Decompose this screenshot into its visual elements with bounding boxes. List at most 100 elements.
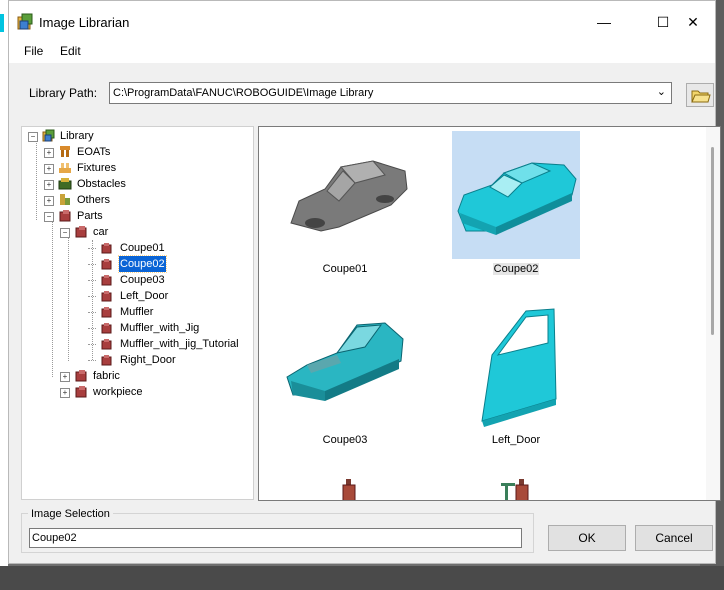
image-thumbnail-grid[interactable]: Coupe01 Coupe02 Coupe03 Left_Door xyxy=(258,126,721,501)
expand-icon[interactable]: + xyxy=(44,196,54,206)
ok-button[interactable]: OK xyxy=(548,525,626,551)
car-body-teal-image xyxy=(286,322,404,401)
tree-label-coupe03: Coupe03 xyxy=(120,274,165,286)
scrollbar-thumb[interactable] xyxy=(711,147,714,335)
tree-label-parts: Parts xyxy=(77,210,103,222)
expand-icon[interactable]: + xyxy=(44,180,54,190)
tree-label-fixtures: Fixtures xyxy=(77,162,117,174)
tree-item-muffler-with-jig[interactable]: Muffler_with_Jig xyxy=(22,320,252,336)
thumbnail-coupe02[interactable] xyxy=(452,131,580,259)
obstacle-icon xyxy=(58,178,72,190)
part-icon xyxy=(101,307,112,318)
caption-coupe03: Coupe03 xyxy=(322,434,368,446)
tree-item-others[interactable]: + Others xyxy=(22,192,252,208)
tree-item-fabric[interactable]: + fabric xyxy=(22,368,252,384)
library-path-label: Library Path: xyxy=(29,86,98,100)
menu-edit[interactable]: Edit xyxy=(60,44,81,58)
expand-icon[interactable]: + xyxy=(44,148,54,158)
tree-label-others: Others xyxy=(77,194,111,206)
tree-label-car: car xyxy=(93,226,109,238)
tree-label-workpiece: workpiece xyxy=(93,386,143,398)
car-body-cyan-image xyxy=(457,162,577,235)
library-path-value: C:\ProgramData\FANUC\ROBOGUIDE\Image Lib… xyxy=(113,87,374,99)
tree-item-library[interactable]: − Library xyxy=(22,128,252,144)
part-folder-icon xyxy=(75,226,87,238)
caption-left-door: Left_Door xyxy=(491,434,541,446)
tree-label-eoats: EOATs xyxy=(77,146,111,158)
app-icon xyxy=(17,13,33,30)
tree-label-right-door: Right_Door xyxy=(120,354,176,366)
tree-item-right-door[interactable]: Right_Door xyxy=(22,352,252,368)
part-folder-icon xyxy=(75,386,87,398)
window-title: Image Librarian xyxy=(39,15,130,30)
taskbar-accent xyxy=(0,14,4,32)
tree-label-muffler-with-jig: Muffler_with_Jig xyxy=(120,322,200,334)
part-icon xyxy=(101,243,112,254)
library-path-combobox[interactable]: C:\ProgramData\FANUC\ROBOGUIDE\Image Lib… xyxy=(109,82,672,104)
muffler-with-jig-thumbnail-partial[interactable] xyxy=(499,477,535,501)
muffler-thumbnail-partial[interactable] xyxy=(339,477,359,501)
library-tree[interactable]: − Library + EOATs + Fixtures + Obstacles… xyxy=(21,126,254,500)
image-librarian-window: Image Librarian — ☐ ✕ File Edit Library … xyxy=(8,0,721,564)
browse-folder-button[interactable] xyxy=(686,83,714,107)
eoat-icon xyxy=(60,146,70,157)
tree-label-left-door: Left_Door xyxy=(120,290,169,302)
part-icon xyxy=(101,275,112,286)
others-icon xyxy=(60,194,70,205)
menu-bar: File Edit xyxy=(9,41,715,63)
tree-label-library: Library xyxy=(60,130,94,142)
thumbnail-coupe03[interactable] xyxy=(281,303,409,431)
tree-item-workpiece[interactable]: + workpiece xyxy=(22,384,252,400)
part-icon xyxy=(101,355,112,366)
desktop-background xyxy=(0,0,8,590)
tree-item-coupe01[interactable]: Coupe01 xyxy=(22,240,252,256)
menu-file[interactable]: File xyxy=(24,44,43,58)
part-icon xyxy=(101,323,112,334)
tree-item-car[interactable]: − car xyxy=(22,224,252,240)
expand-icon[interactable]: + xyxy=(44,164,54,174)
library-icon xyxy=(42,129,55,142)
collapse-icon[interactable]: − xyxy=(60,228,70,238)
tree-label-muffler-with-jig-tutorial: Muffler_with_jig_Tutorial xyxy=(120,338,239,350)
title-bar[interactable]: Image Librarian — ☐ ✕ xyxy=(9,1,715,41)
thumbnail-left-door[interactable] xyxy=(452,303,580,431)
image-selection-value: Coupe02 xyxy=(32,532,77,544)
tree-label-coupe02: Coupe02 xyxy=(118,255,167,273)
close-button[interactable]: ✕ xyxy=(673,7,713,37)
fixture-icon xyxy=(59,163,71,173)
minimize-button[interactable]: — xyxy=(584,7,624,37)
image-selection-label: Image Selection xyxy=(28,508,113,520)
tree-item-muffler-with-jig-tutorial[interactable]: Muffler_with_jig_Tutorial xyxy=(22,336,252,352)
cancel-button[interactable]: Cancel xyxy=(635,525,713,551)
expand-icon[interactable]: + xyxy=(60,372,70,382)
part-icon xyxy=(101,259,112,270)
tree-label-coupe01: Coupe01 xyxy=(120,242,165,254)
caption-coupe01: Coupe01 xyxy=(322,263,368,275)
collapse-icon[interactable]: − xyxy=(44,212,54,222)
collapse-icon[interactable]: − xyxy=(28,132,38,142)
car-wireframe-gray-image xyxy=(290,160,408,232)
chevron-down-icon[interactable]: ⌄ xyxy=(657,85,666,98)
tree-label-muffler: Muffler xyxy=(120,306,154,318)
tree-item-left-door[interactable]: Left_Door xyxy=(22,288,252,304)
tree-item-obstacles[interactable]: + Obstacles xyxy=(22,176,252,192)
caption-coupe02: Coupe02 xyxy=(492,263,540,275)
tree-label-obstacles: Obstacles xyxy=(77,178,126,190)
part-icon xyxy=(101,339,112,350)
thumbnail-coupe01[interactable] xyxy=(281,131,409,259)
tree-item-parts[interactable]: − Parts xyxy=(22,208,252,224)
tree-item-muffler[interactable]: Muffler xyxy=(22,304,252,320)
vertical-scrollbar[interactable] xyxy=(706,127,720,500)
part-folder-icon xyxy=(75,370,87,382)
parts-icon xyxy=(59,210,71,222)
tree-item-fixtures[interactable]: + Fixtures xyxy=(22,160,252,176)
part-icon xyxy=(101,291,112,302)
car-door-image xyxy=(481,308,557,427)
folder-icon xyxy=(691,90,711,103)
tree-item-coupe03[interactable]: Coupe03 xyxy=(22,272,252,288)
tree-item-coupe02[interactable]: Coupe02 xyxy=(22,255,252,273)
desktop-background-bottom xyxy=(0,566,724,590)
expand-icon[interactable]: + xyxy=(60,388,70,398)
tree-item-eoats[interactable]: + EOATs xyxy=(22,144,252,160)
image-selection-field[interactable]: Coupe02 xyxy=(29,528,522,548)
